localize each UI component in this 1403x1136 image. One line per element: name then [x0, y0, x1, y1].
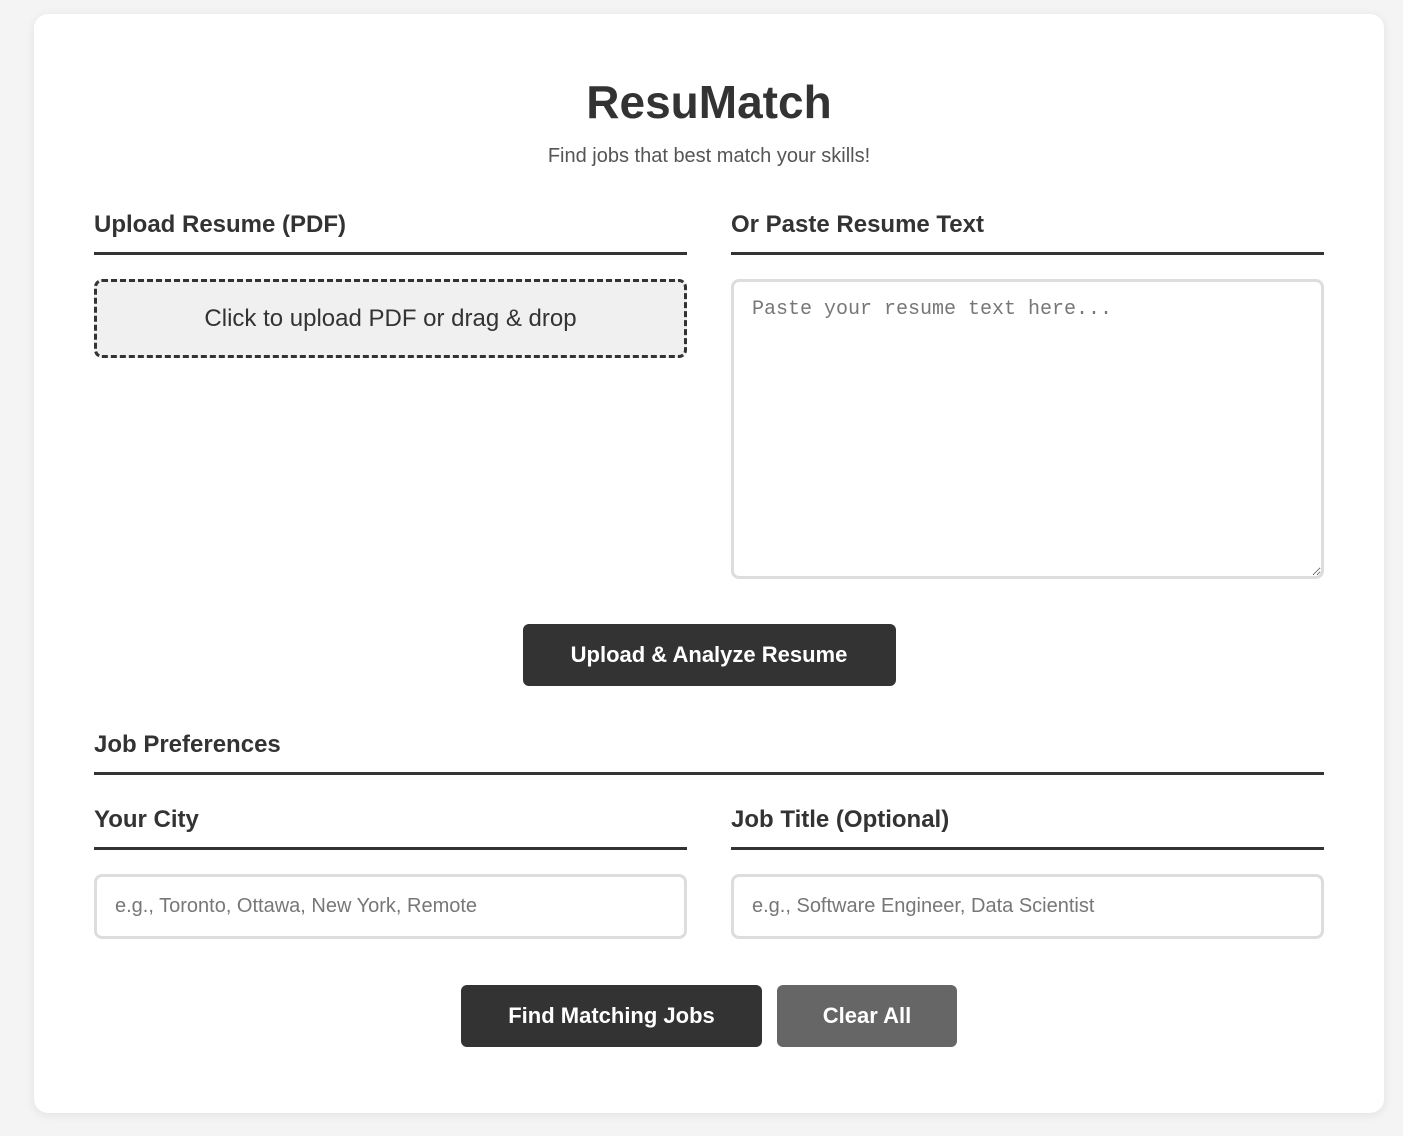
preferences-fields: Your City Job Title (Optional) [94, 805, 1324, 939]
clear-all-button[interactable]: Clear All [777, 985, 957, 1047]
city-column: Your City [94, 805, 687, 939]
job-title-input[interactable] [731, 874, 1324, 939]
main-card: ResuMatch Find jobs that best match your… [34, 14, 1384, 1113]
page-subtitle: Find jobs that best match your skills! [547, 145, 871, 167]
upload-analyze-button[interactable]: Upload & Analyze Resume [522, 624, 896, 686]
job-preferences-heading: Job Preferences [94, 730, 1324, 775]
page-title: ResuMatch [586, 76, 832, 128]
action-button-row: Find Matching Jobs Clear All [94, 985, 1324, 1047]
dropzone-label: Click to upload PDF or drag & drop [204, 304, 577, 332]
upload-resume-heading: Upload Resume (PDF) [94, 210, 687, 255]
job-title-label: Job Title (Optional) [731, 805, 1324, 850]
pdf-upload-dropzone[interactable]: Click to upload PDF or drag & drop [94, 279, 687, 358]
analyze-button-row: Upload & Analyze Resume [94, 624, 1324, 686]
find-matching-jobs-button[interactable]: Find Matching Jobs [461, 985, 762, 1047]
city-label: Your City [94, 805, 687, 850]
city-input[interactable] [94, 874, 687, 939]
paste-column: Or Paste Resume Text [731, 210, 1324, 579]
upload-column: Upload Resume (PDF) Click to upload PDF … [94, 210, 687, 579]
resume-text-area[interactable] [731, 279, 1324, 579]
resume-input-section: Upload Resume (PDF) Click to upload PDF … [94, 210, 1324, 579]
paste-resume-heading: Or Paste Resume Text [731, 210, 1324, 255]
job-title-column: Job Title (Optional) [731, 805, 1324, 939]
